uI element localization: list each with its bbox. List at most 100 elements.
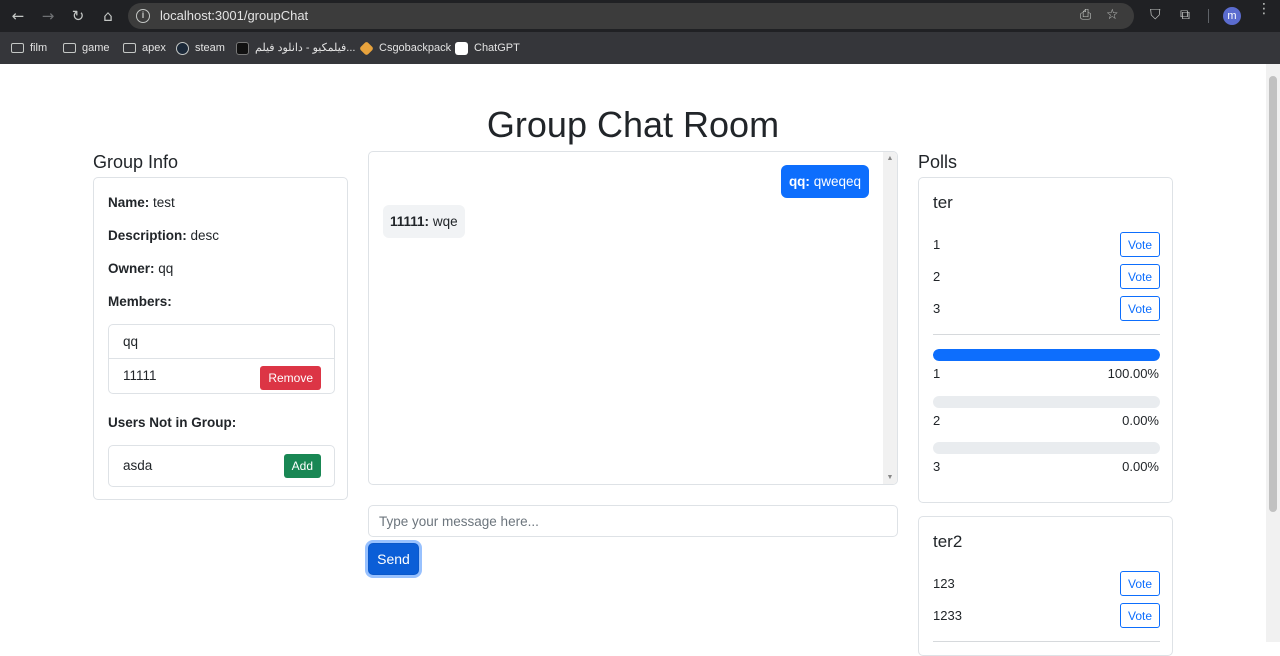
- browser-toolbar: ← → ↻ ⌂ i localhost:3001/groupChat ⎙ ☆ ⛉…: [0, 0, 1280, 32]
- bookmark-label: apex: [142, 42, 166, 54]
- message-text: wqe: [432, 214, 458, 229]
- not-in-group-list: asda Add: [108, 445, 335, 487]
- url-text[interactable]: localhost:3001/groupChat: [160, 3, 308, 29]
- result-bar: [933, 442, 1160, 454]
- result-bar: [933, 349, 1160, 361]
- bookmark-game[interactable]: game: [63, 32, 110, 64]
- group-name: Name: test: [108, 195, 175, 210]
- group-info-heading: Group Info: [93, 152, 179, 172]
- page-scrollbar[interactable]: [1266, 64, 1280, 642]
- not-in-group-heading: Users Not in Group:: [108, 415, 236, 430]
- vote-button[interactable]: Vote: [1120, 264, 1160, 289]
- poll-option-label: 1233: [933, 608, 962, 623]
- group-description: Description: desc: [108, 228, 219, 243]
- members-list: qq 11111 Remove: [108, 324, 335, 394]
- group-name-value: test: [153, 195, 175, 210]
- vote-button[interactable]: Vote: [1120, 232, 1160, 257]
- site-info-icon[interactable]: i: [136, 9, 150, 23]
- steam-icon: [176, 41, 189, 55]
- non-member-name: asda: [123, 458, 153, 473]
- group-owner-label: Owner:: [108, 261, 155, 276]
- message-input[interactable]: [368, 505, 898, 537]
- bookmark-label: Csgobackpack: [379, 42, 452, 54]
- bookmark-label: game: [82, 42, 110, 54]
- vote-button[interactable]: Vote: [1120, 571, 1160, 596]
- poll-card: ter 1 Vote 2 Vote 3 Vote 1 100.00% 2 0.0…: [918, 177, 1173, 503]
- install-app-icon[interactable]: ⎙: [1080, 7, 1091, 23]
- folder-icon: [11, 43, 24, 53]
- scroll-down-icon[interactable]: ▼: [886, 474, 894, 481]
- toolbar-divider: [1208, 9, 1209, 23]
- message-text: qweqeq: [813, 174, 861, 189]
- page-scroll-thumb[interactable]: [1269, 76, 1277, 512]
- bookmark-star-icon[interactable]: ☆: [1106, 7, 1119, 23]
- result-label: 1: [933, 366, 941, 381]
- members-heading: Members:: [108, 294, 172, 309]
- bookmark-filmkio[interactable]: فیلمکیو - دانلود فیلم...: [236, 32, 355, 64]
- bookmark-label: steam: [195, 42, 225, 54]
- poll-question: ter2: [933, 532, 963, 551]
- bookmark-label: فیلمکیو - دانلود فیلم...: [255, 42, 356, 54]
- profile-avatar[interactable]: m: [1223, 7, 1241, 25]
- member-name: 11111: [123, 368, 157, 383]
- chat-messages-panel[interactable]: qq: qweqeq 11111: wqe ▲ ▼: [368, 151, 898, 485]
- bookmark-apex[interactable]: apex: [123, 32, 166, 64]
- poll-option-label: 1: [933, 237, 941, 252]
- page-content: Group Chat Room Group Info Name: test De…: [0, 64, 1266, 656]
- poll-card: ter2 123 Vote 1233 Vote: [918, 516, 1173, 656]
- scroll-up-icon[interactable]: ▲: [886, 155, 894, 162]
- member-item: 11111 Remove: [109, 359, 334, 393]
- shield-extension-icon[interactable]: ⛉: [1150, 7, 1161, 23]
- result-percent: 100.00%: [1107, 366, 1159, 381]
- not-in-group-label: Users Not in Group:: [108, 415, 237, 430]
- group-name-label: Name:: [108, 195, 150, 210]
- extensions-puzzle-icon[interactable]: ⧉: [1180, 7, 1190, 23]
- chatgpt-icon: [455, 41, 468, 55]
- address-bar[interactable]: i localhost:3001/groupChat ⎙ ☆: [128, 3, 1134, 29]
- forward-icon[interactable]: →: [38, 6, 58, 26]
- polls-heading: Polls: [918, 152, 958, 172]
- menu-dots-icon[interactable]: ⋮: [1257, 2, 1271, 16]
- send-button[interactable]: Send: [368, 543, 419, 575]
- vote-button[interactable]: Vote: [1120, 603, 1160, 628]
- result-label: 3: [933, 459, 941, 474]
- chat-scrollbar[interactable]: ▲ ▼: [883, 152, 897, 484]
- poll-option-label: 123: [933, 576, 955, 591]
- result-percent: 0.00%: [1122, 413, 1159, 428]
- message-sender: qq:: [788, 174, 810, 189]
- vote-button[interactable]: Vote: [1120, 296, 1160, 321]
- reload-icon[interactable]: ↻: [68, 6, 88, 26]
- bookmark-film[interactable]: film: [11, 32, 47, 64]
- bookmark-label: film: [30, 42, 48, 54]
- group-owner-value: qq: [158, 261, 174, 276]
- result-label: 2: [933, 413, 941, 428]
- member-name: qq: [123, 334, 139, 349]
- page-title: Group Chat Room: [486, 104, 780, 145]
- home-icon[interactable]: ⌂: [98, 6, 118, 26]
- group-owner: Owner: qq: [108, 261, 173, 276]
- group-description-value: desc: [190, 228, 220, 243]
- bookmark-steam[interactable]: steam: [176, 32, 225, 64]
- filmkio-icon: [236, 41, 249, 55]
- group-description-label: Description:: [108, 228, 187, 243]
- poll-option-label: 3: [933, 301, 941, 316]
- bookmark-csgobackpack[interactable]: Csgobackpack: [359, 32, 452, 64]
- poll-question: ter: [933, 193, 953, 212]
- member-item: qq: [109, 325, 334, 359]
- bookmarks-bar: film game apex steam فیلمکیو - دانلود فی…: [0, 32, 1280, 64]
- bookmark-label: ChatGPT: [474, 42, 520, 54]
- add-member-button[interactable]: Add: [283, 454, 321, 478]
- poll-divider: [933, 334, 1160, 335]
- result-bar: [933, 396, 1160, 408]
- own-message: qq: qweqeq: [780, 165, 869, 198]
- bookmark-chatgpt[interactable]: ChatGPT: [455, 32, 520, 64]
- back-icon[interactable]: ←: [8, 6, 28, 26]
- members-label: Members:: [108, 294, 172, 309]
- message-sender: 11111:: [390, 214, 430, 229]
- csgobackpack-icon: [359, 40, 374, 56]
- other-message: 11111: wqe: [383, 205, 465, 238]
- poll-option-label: 2: [933, 269, 941, 284]
- remove-member-button[interactable]: Remove: [260, 366, 321, 390]
- folder-icon: [123, 43, 136, 53]
- result-bar-fill: [933, 349, 1160, 361]
